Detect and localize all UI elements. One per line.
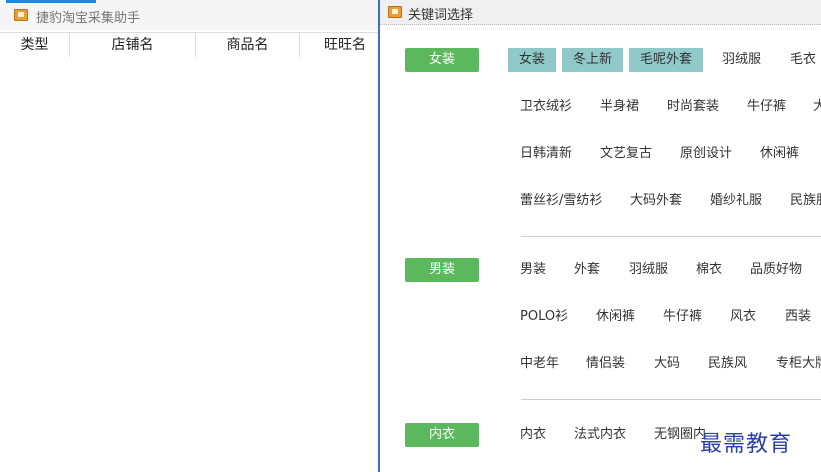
keyword-dialog: 关键词选择 女装 女装 冬上新 毛呢外套 羽绒服 毛衣 卫衣绒衫 半身裙 时尚套…	[378, 0, 821, 472]
keyword-chip[interactable]: 无钢圈内	[654, 423, 706, 447]
keyword-chip[interactable]: 棉衣	[696, 258, 722, 282]
keyword-chip[interactable]: 大码	[654, 352, 680, 376]
keyword-chip[interactable]: 冬上新	[562, 48, 624, 72]
dialog-content: 女装 女装 冬上新 毛呢外套 羽绒服 毛衣 卫衣绒衫 半身裙 时尚套装 牛仔裤 …	[380, 26, 821, 472]
keyword-chip[interactable]: 时尚套装	[667, 95, 719, 119]
keyword-chip[interactable]: 情侣装	[586, 352, 625, 376]
keyword-chip[interactable]: 内衣	[520, 423, 546, 447]
section-divider	[521, 236, 821, 237]
table-header: 类型 店铺名 商品名 旺旺名	[0, 32, 380, 58]
keyword-chip[interactable]: 羽绒服	[629, 258, 668, 282]
keyword-chip[interactable]: 文艺复古	[600, 142, 652, 166]
keyword-chip[interactable]: 休闲裤	[760, 142, 799, 166]
window-title: 捷豹淘宝采集助手	[36, 11, 141, 26]
main-window: 捷豹淘宝采集助手 类型 店铺名 商品名 旺旺名	[0, 0, 380, 472]
main-titlebar: 捷豹淘宝采集助手	[0, 0, 380, 30]
keyword-chip[interactable]: 婚纱礼服	[710, 189, 762, 213]
category-button-underwear[interactable]: 内衣	[405, 423, 479, 447]
keyword-chip[interactable]: 专柜大牌	[776, 352, 821, 376]
keyword-chip[interactable]: 原创设计	[680, 142, 732, 166]
keyword-chip[interactable]: 半身裙	[600, 95, 639, 119]
dialog-title: 关键词选择	[408, 8, 474, 23]
keyword-chip[interactable]: 牛仔裤	[747, 95, 786, 119]
column-header-shop[interactable]: 店铺名	[70, 33, 196, 57]
keyword-chip[interactable]: 品质好物	[750, 258, 802, 282]
keyword-chip[interactable]: 男装	[520, 258, 546, 282]
keyword-chip[interactable]: 中老年	[520, 352, 559, 376]
dialog-titlebar[interactable]: 关键词选择	[380, 0, 821, 25]
keyword-chip[interactable]: 外套	[574, 258, 600, 282]
category-button-womens[interactable]: 女装	[405, 48, 479, 72]
keyword-chip[interactable]: 西装	[785, 305, 811, 329]
app-icon	[388, 6, 402, 18]
keyword-chip[interactable]: 大码外套	[630, 189, 682, 213]
keyword-chip[interactable]: 民族风	[708, 352, 747, 376]
keyword-chip[interactable]: 大	[813, 95, 821, 119]
keyword-chip[interactable]: 休闲裤	[596, 305, 635, 329]
keyword-chip[interactable]: 牛仔裤	[663, 305, 702, 329]
keyword-chip[interactable]: 法式内衣	[574, 423, 626, 447]
keyword-chip[interactable]: 女装	[508, 48, 557, 72]
column-header-wangwang[interactable]: 旺旺名	[300, 33, 390, 57]
table-body[interactable]	[0, 57, 378, 472]
keyword-chip[interactable]: POLO衫	[520, 305, 568, 329]
keyword-chip[interactable]: 日韩清新	[520, 142, 572, 166]
keyword-chip[interactable]: 毛呢外套	[629, 48, 704, 72]
keyword-chip[interactable]: 蕾丝衫/雪纺衫	[520, 189, 602, 213]
keyword-chip[interactable]: 羽绒服	[722, 48, 761, 72]
category-button-mens[interactable]: 男装	[405, 258, 479, 282]
titlebar-accent	[6, 0, 96, 3]
keyword-chip[interactable]: 民族服	[790, 189, 821, 213]
keyword-chip[interactable]: 卫衣绒衫	[520, 95, 572, 119]
section-divider	[521, 399, 821, 400]
keyword-chip[interactable]: 毛衣	[790, 48, 816, 72]
keyword-chip[interactable]: 风衣	[730, 305, 756, 329]
column-header-type[interactable]: 类型	[0, 33, 70, 57]
watermark-text: 最需教育	[700, 432, 793, 457]
column-header-product[interactable]: 商品名	[196, 33, 300, 57]
app-icon	[14, 9, 28, 21]
